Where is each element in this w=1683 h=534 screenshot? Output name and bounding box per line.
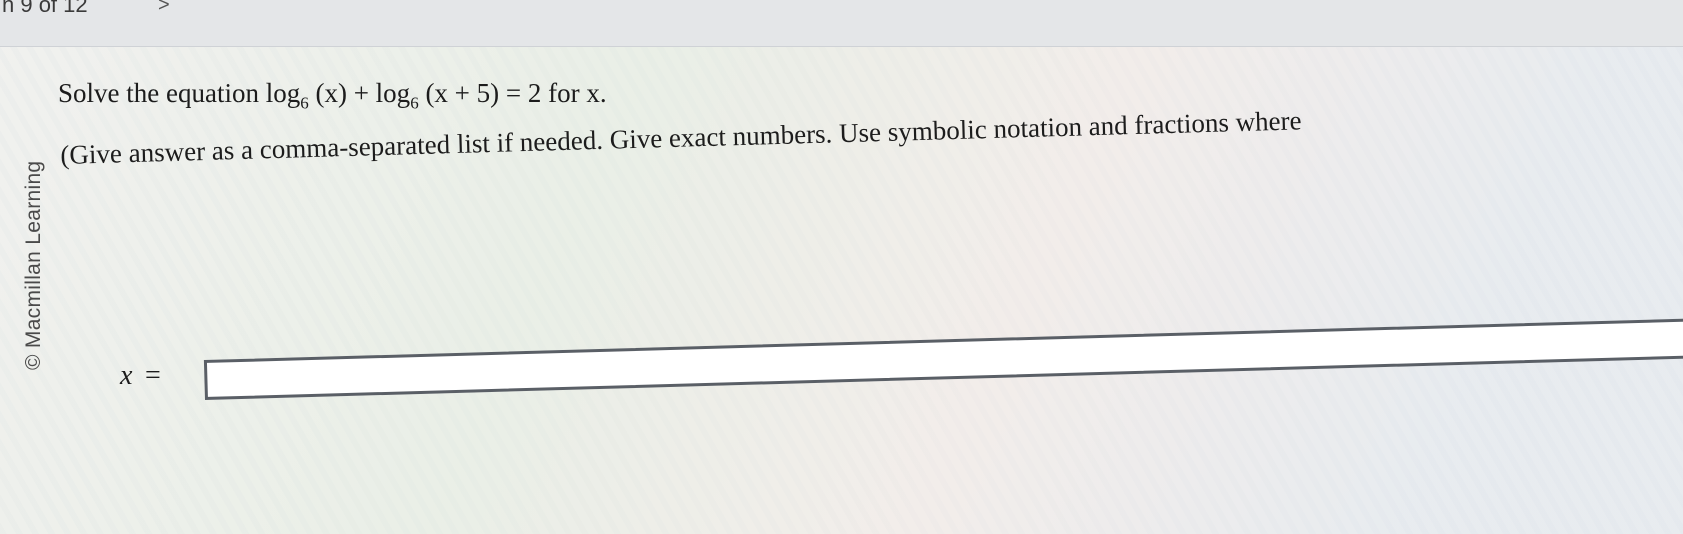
log-base-1: 6 — [300, 93, 309, 113]
publisher-watermark: © Macmillan Learning — [22, 160, 45, 370]
question-text-middle: (x) + log — [308, 78, 411, 108]
answer-variable-label: x — [120, 360, 133, 391]
answer-instructions: (Give answer as a comma-separated list i… — [60, 105, 1302, 170]
next-question-arrow-icon[interactable]: > — [158, 0, 170, 17]
question-prompt: Solve the equation log6 (x) + log6 (x + … — [58, 78, 607, 113]
answer-equals-sign: = — [145, 360, 161, 391]
answer-input[interactable] — [203, 318, 1683, 400]
question-counter: n 9 of 12 — [2, 0, 88, 17]
question-text-suffix: (x + 5) = 2 for x. — [418, 78, 607, 108]
log-base-2: 6 — [410, 93, 419, 113]
question-text-prefix: Solve the equation log — [58, 78, 301, 108]
top-navigation-bar: n 9 of 12 > — [0, 0, 1683, 47]
